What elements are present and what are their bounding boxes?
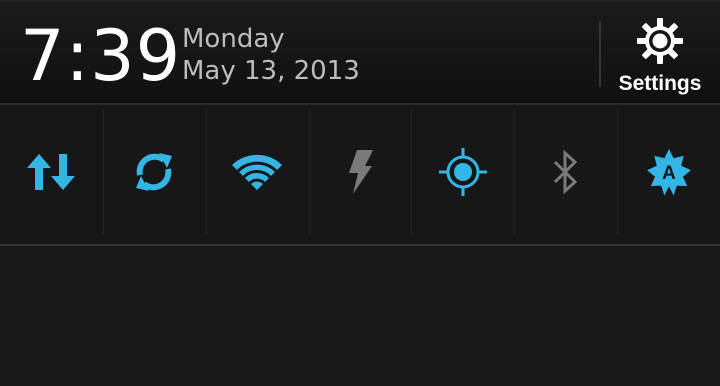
toggle-mobile-data[interactable]	[0, 110, 103, 234]
quick-toggles: A	[0, 110, 720, 234]
bluetooth-icon	[553, 149, 577, 195]
toggle-auto-brightness[interactable]: A	[617, 110, 720, 234]
data-arrows-icon	[27, 154, 76, 190]
toggle-sync[interactable]	[102, 110, 206, 234]
settings-button[interactable]: Settings	[604, 13, 716, 99]
toggle-wifi[interactable]	[205, 110, 309, 234]
flash-icon	[349, 150, 373, 194]
toggle-bluetooth[interactable]	[514, 110, 617, 234]
sync-icon	[136, 153, 173, 191]
notifications-area	[0, 246, 720, 386]
notification-shade: 7:39 Monday May 13, 2013 Settings A	[0, 0, 720, 386]
settings-label: Settings	[618, 72, 702, 95]
toggle-gps[interactable]	[411, 110, 514, 234]
gear-icon	[637, 18, 683, 64]
date-label: May 13, 2013	[182, 56, 360, 86]
header-divider	[599, 21, 601, 87]
clock: 7:39	[20, 15, 182, 97]
svg-text:A: A	[662, 163, 676, 184]
brightness-auto-icon: A	[646, 149, 691, 196]
header-separator	[0, 103, 720, 105]
day-label: Monday	[182, 24, 285, 54]
toggle-flashlight[interactable]	[308, 110, 412, 234]
date-block: Monday May 13, 2013	[182, 23, 360, 87]
gps-icon	[438, 148, 487, 196]
wifi-icon	[232, 154, 283, 190]
status-header: 7:39 Monday May 13, 2013 Settings	[0, 0, 720, 103]
